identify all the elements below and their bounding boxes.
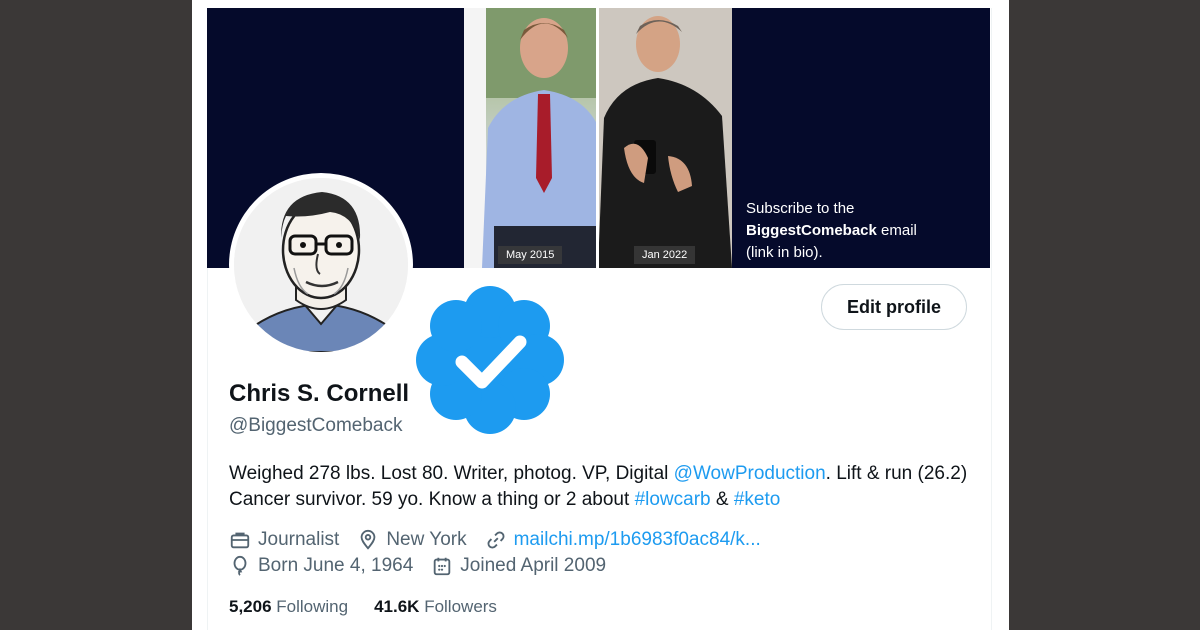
- profile-bio: Weighed 278 lbs. Lost 80. Writer, photog…: [229, 461, 969, 513]
- before-label: May 2015: [498, 246, 563, 264]
- joined-item: Joined April 2009: [431, 555, 606, 577]
- birthday-item: Born June 4, 1964: [229, 555, 413, 577]
- following-link[interactable]: 5,206 Following: [229, 597, 348, 617]
- location-item: New York: [357, 529, 467, 551]
- profile-meta-row-2: Born June 4, 1964 Joined April 2009: [229, 555, 624, 577]
- location-pin-icon: [360, 529, 376, 550]
- bio-hashtag-keto[interactable]: #keto: [734, 489, 780, 510]
- joined-text: Joined April 2009: [460, 555, 607, 576]
- after-photo: Jan 2022: [598, 8, 732, 268]
- profile-name: Chris S. Cornell: [229, 380, 410, 407]
- profile-url-link[interactable]: mailchi.mp/1b6983f0ac84/k...: [514, 529, 761, 551]
- profile-card: May 2015 Jan 2022 Subscribe to the Bigge…: [192, 0, 1009, 630]
- bio-mention-link[interactable]: @WowProduction: [674, 463, 826, 484]
- link-icon: [487, 531, 505, 549]
- profile-stats: 5,206 Following 41.6K Followers: [229, 597, 523, 617]
- verified-badge-icon: [416, 286, 564, 434]
- profession-text: Journalist: [258, 529, 340, 550]
- subscribe-line1: Subscribe to the: [746, 200, 855, 217]
- subscribe-line2: BiggestComeback email: [746, 220, 986, 242]
- briefcase-icon: [230, 532, 250, 549]
- bio-hashtag-lowcarb[interactable]: #lowcarb: [635, 489, 711, 510]
- before-photo: May 2015: [464, 8, 598, 268]
- profile-handle: @BiggestComeback: [229, 415, 403, 436]
- url-item[interactable]: mailchi.mp/1b6983f0ac84/k...: [485, 529, 761, 551]
- banner-subscribe-text: Subscribe to the BiggestComeback email (…: [746, 198, 986, 264]
- photo-divider: [596, 8, 599, 268]
- location-text: New York: [386, 529, 467, 550]
- followers-count: 41.6K: [374, 597, 420, 616]
- edit-profile-button[interactable]: Edit profile: [821, 284, 967, 330]
- followers-label: Followers: [419, 597, 497, 616]
- bio-text-1: Weighed 278 lbs. Lost 80. Writer, photog…: [229, 463, 674, 484]
- following-count: 5,206: [229, 597, 272, 616]
- bio-text-3: &: [710, 489, 734, 510]
- avatar-illustration: [234, 178, 408, 352]
- profession-item: Journalist: [229, 529, 339, 551]
- profile-meta-row-1: Journalist New York mailchi.mp/1b6983f0a…: [229, 529, 779, 551]
- birthday-text: Born June 4, 1964: [258, 555, 414, 576]
- subscribe-line3: (link in bio).: [746, 244, 823, 261]
- subscribe-after-bold: email: [876, 222, 917, 239]
- avatar[interactable]: [229, 173, 413, 357]
- after-label: Jan 2022: [634, 246, 696, 264]
- following-label: Following: [271, 597, 349, 616]
- subscribe-bold: BiggestComeback: [746, 222, 877, 239]
- balloon-icon: [233, 555, 247, 576]
- followers-link[interactable]: 41.6K Followers: [374, 597, 497, 617]
- calendar-icon: [434, 557, 451, 576]
